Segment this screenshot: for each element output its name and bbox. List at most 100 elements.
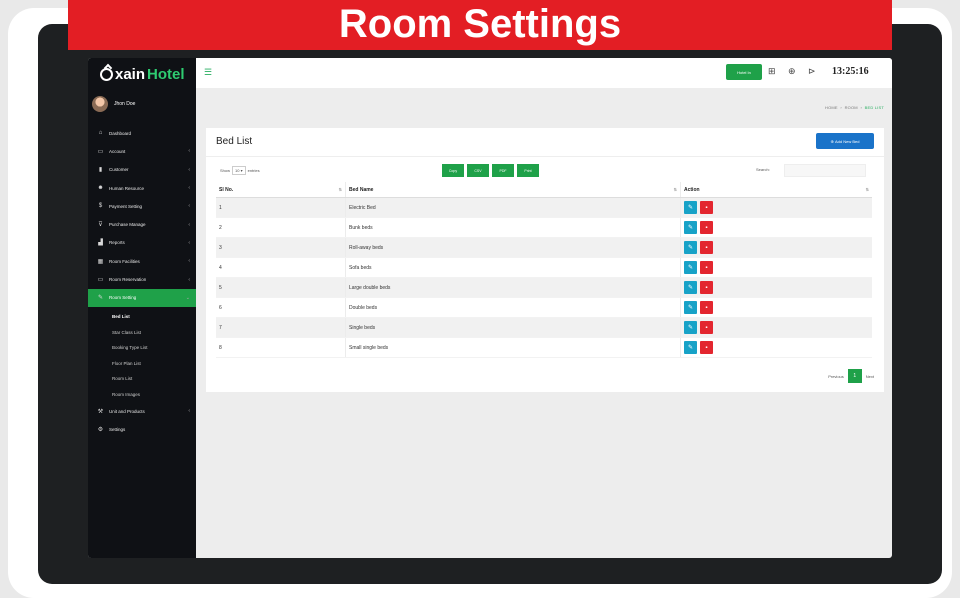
grid-apps-icon[interactable]: ⊞ (768, 66, 776, 77)
play-icon[interactable]: ⊳ (808, 66, 816, 77)
avatar (92, 96, 108, 112)
home-icon: ⌂ (98, 130, 103, 137)
add-new-bed-button[interactable]: ⊕ Add New Bed (816, 133, 874, 149)
sidebar-item-settings[interactable]: ⚙ Settings (88, 420, 196, 438)
submenu-item-room-list[interactable]: Room List (88, 371, 196, 387)
entries-control: Show 10 ▾ entries (220, 166, 260, 175)
sidebar-item-room-setting[interactable]: ✎ Room Setting ⌄ (88, 288, 196, 307)
breadcrumb-section[interactable]: ROOM (845, 105, 858, 110)
edit-icon[interactable]: ✎ (684, 201, 697, 214)
sidebar-item-payment-setting[interactable]: $ Payment Setting ‹ (88, 197, 196, 215)
edit-icon[interactable]: ✎ (684, 341, 697, 354)
trash-icon[interactable]: ▪ (700, 201, 713, 214)
cell-no: 3 (216, 238, 346, 257)
trash-icon[interactable]: ▪ (700, 321, 713, 334)
sidebar-item-label: Dashboard (109, 130, 132, 136)
column-header-action[interactable]: Action ⇅ (681, 182, 872, 197)
sidebar-item-room-facilities[interactable]: ▦ Room Facilities ‹ (88, 252, 196, 270)
trash-icon[interactable]: ▪ (700, 341, 713, 354)
chevron-down-icon: ⌄ (185, 294, 190, 301)
sidebar-item-label: Reports (109, 240, 125, 246)
menu-toggle-icon[interactable]: ☰ (204, 67, 212, 78)
breadcrumb-row: HOME › ROOM › BED LIST (196, 88, 892, 126)
cell-no: 8 (216, 338, 346, 357)
edit-icon[interactable]: ✎ (684, 321, 697, 334)
target-icon[interactable]: ⊕ (788, 66, 796, 77)
logo-text: xain (115, 66, 146, 83)
cell-actions: ✎ ▪ (681, 258, 872, 277)
page-title: Bed List (216, 136, 253, 147)
submenu-item-room-images[interactable]: Room Images (88, 386, 196, 402)
submenu-item-floor-plan-list[interactable]: Floor Plan List (88, 355, 196, 371)
edit-icon[interactable]: ✎ (684, 241, 697, 254)
room-setting-submenu: Bed List Star Class List Booking Type Li… (88, 307, 196, 402)
cart-icon: ⊽ (98, 222, 103, 229)
submenu-item-star-class-list[interactable]: Star Class List (88, 324, 196, 340)
sidebar-item-label: Room Facilities (109, 258, 140, 264)
edit-icon[interactable]: ✎ (684, 281, 697, 294)
pagination-page[interactable]: 1 (847, 369, 862, 383)
trash-icon[interactable]: ▪ (700, 301, 713, 314)
print-button[interactable]: Print (517, 164, 539, 177)
sidebar-menu: ⌂ Dashboard ▭ Account ‹ ▮ Customer ‹ ☻ H… (88, 124, 196, 439)
sidebar-item-purchase-manage[interactable]: ⊽ Purchase Manage ‹ (88, 215, 196, 233)
submenu-item-bed-list[interactable]: Bed List (88, 309, 196, 325)
chevron-left-icon: ‹ (188, 239, 190, 246)
cell-bed-name: Bunk beds (346, 218, 681, 237)
trash-icon[interactable]: ▪ (700, 221, 713, 234)
sidebar-item-dashboard[interactable]: ⌂ Dashboard (88, 124, 196, 142)
divider (206, 156, 884, 157)
chevron-left-icon: ‹ (188, 148, 190, 155)
cell-actions: ✎ ▪ (681, 338, 872, 357)
pagination-next[interactable]: Next (866, 374, 874, 379)
cell-no: 7 (216, 318, 346, 337)
column-label: Bed Name (349, 186, 374, 193)
cell-bed-name: Double beds (346, 298, 681, 317)
edit-icon[interactable]: ✎ (684, 221, 697, 234)
cell-no: 6 (216, 298, 346, 317)
wrench-icon: ✎ (97, 295, 104, 302)
sidebar-item-account[interactable]: ▭ Account ‹ (88, 142, 196, 160)
app-logo[interactable]: xain Hotel (100, 66, 185, 83)
title-banner: Room Settings (68, 0, 892, 50)
cell-actions: ✎ ▪ (681, 198, 872, 217)
column-header-sl-no[interactable]: Sl No. ⇅ (216, 182, 346, 197)
edit-icon[interactable]: ✎ (684, 301, 697, 314)
app-screen: xain Hotel Jhon Doe ⌂ Dashboard ▭ Account… (88, 58, 892, 558)
table-row: 8 Small single beds ✎ ▪ (216, 338, 872, 358)
user-profile[interactable]: Jhon Doe (92, 96, 135, 112)
sidebar-item-unit-and-products[interactable]: ⚒ Unit and Products ‹ (88, 402, 196, 420)
sidebar-item-human-resource[interactable]: ☻ Human Resource ‹ (88, 179, 196, 197)
table-row: 1 Electric Bed ✎ ▪ (216, 198, 872, 218)
column-label: Sl No. (219, 186, 234, 193)
entries-select[interactable]: 10 ▾ (232, 166, 246, 175)
trash-icon[interactable]: ▪ (700, 281, 713, 294)
csv-button[interactable]: CSV (467, 164, 489, 177)
cell-bed-name: Single beds (346, 318, 681, 337)
trash-icon[interactable]: ▪ (700, 261, 713, 274)
hotel-in-button[interactable]: Hotel In (726, 64, 762, 80)
breadcrumb-home[interactable]: HOME (825, 105, 838, 110)
sidebar-item-reports[interactable]: ▟ Reports ‹ (88, 234, 196, 252)
trash-icon[interactable]: ▪ (700, 241, 713, 254)
export-buttons: Copy CSV PDF Print (442, 164, 539, 177)
pagination-previous[interactable]: Previous (828, 374, 844, 379)
sort-icon: ⇅ (865, 187, 869, 192)
search-input[interactable] (784, 164, 866, 177)
edit-icon[interactable]: ✎ (684, 261, 697, 274)
column-header-bed-name[interactable]: Bed Name ⇅ (346, 182, 681, 197)
copy-button[interactable]: Copy (442, 164, 464, 177)
grid-icon: ▦ (97, 258, 104, 265)
submenu-item-booking-type-list[interactable]: Booking Type List (88, 340, 196, 356)
table-row: 4 Sofa beds ✎ ▪ (216, 258, 872, 278)
sidebar-item-label: Room Reservation (109, 277, 147, 283)
sidebar-item-customer[interactable]: ▮ Customer ‹ (88, 161, 196, 179)
chevron-left-icon: ‹ (188, 185, 190, 192)
sort-icon: ⇅ (673, 187, 677, 192)
pdf-button[interactable]: PDF (492, 164, 514, 177)
people-icon: ☻ (97, 185, 104, 192)
sidebar-item-room-reservation[interactable]: ▭ Room Reservation ‹ (88, 270, 196, 288)
add-new-bed-label: Add New Bed (835, 138, 860, 144)
entries-value: 10 (235, 168, 240, 173)
breadcrumb-current: BED LIST (864, 105, 884, 110)
